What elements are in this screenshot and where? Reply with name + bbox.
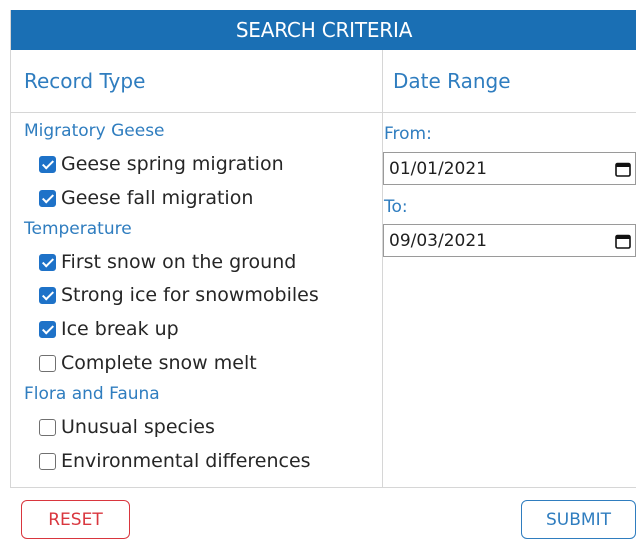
checkbox-unchecked-icon[interactable]	[39, 418, 56, 436]
checkbox-strong-ice[interactable]: Strong ice for snowmobiles	[39, 282, 319, 308]
to-date-value: 09/03/2021	[389, 230, 487, 251]
checkbox-checked-icon[interactable]	[39, 189, 56, 207]
checkbox-unusual-species[interactable]: Unusual species	[39, 414, 215, 440]
group-title-migratory-geese: Migratory Geese	[24, 121, 165, 141]
checkbox-ice-break-up[interactable]: Ice break up	[39, 316, 179, 342]
group-title-temperature: Temperature	[24, 219, 132, 239]
checkbox-checked-icon[interactable]	[39, 320, 56, 338]
checkbox-label: Complete snow melt	[61, 352, 257, 374]
checkbox-unchecked-icon[interactable]	[39, 452, 56, 470]
header-title: SEARCH CRITERIA	[235, 18, 413, 42]
checkbox-first-snow[interactable]: First snow on the ground	[39, 249, 296, 275]
checkbox-checked-icon[interactable]	[39, 155, 56, 173]
to-date-input[interactable]: 09/03/2021	[383, 224, 636, 257]
checkbox-geese-spring-migration[interactable]: Geese spring migration	[39, 151, 284, 177]
calendar-icon[interactable]	[615, 161, 631, 177]
checkbox-geese-fall-migration[interactable]: Geese fall migration	[39, 185, 253, 211]
checkbox-label: Unusual species	[61, 416, 215, 438]
from-date-value: 01/01/2021	[389, 158, 487, 179]
checkbox-label: Geese fall migration	[61, 187, 254, 209]
panel-bottom-border	[11, 487, 636, 488]
checkbox-label: First snow on the ground	[61, 251, 297, 273]
checkbox-label: Environmental differences	[61, 450, 311, 472]
date-range-heading: Date Range	[383, 50, 636, 113]
checkbox-complete-snow-melt[interactable]: Complete snow melt	[39, 350, 257, 376]
submit-button[interactable]: SUBMIT	[521, 500, 636, 539]
checkbox-checked-icon[interactable]	[39, 286, 56, 304]
group-title-flora-fauna: Flora and Fauna	[24, 384, 160, 404]
checkbox-label: Geese spring migration	[61, 153, 284, 175]
reset-button[interactable]: RESET	[21, 500, 130, 539]
checkbox-label: Ice break up	[61, 318, 179, 340]
checkbox-environmental-differences[interactable]: Environmental differences	[39, 448, 311, 474]
record-type-heading: Record Type	[11, 50, 383, 113]
from-label: From:	[384, 124, 432, 144]
calendar-icon[interactable]	[615, 233, 631, 249]
checkbox-checked-icon[interactable]	[39, 253, 56, 271]
checkbox-unchecked-icon[interactable]	[39, 354, 56, 372]
from-date-input[interactable]: 01/01/2021	[383, 152, 636, 185]
checkbox-label: Strong ice for snowmobiles	[61, 284, 319, 306]
to-label: To:	[384, 197, 408, 217]
panel-header: SEARCH CRITERIA	[11, 10, 636, 50]
column-divider	[382, 50, 383, 488]
